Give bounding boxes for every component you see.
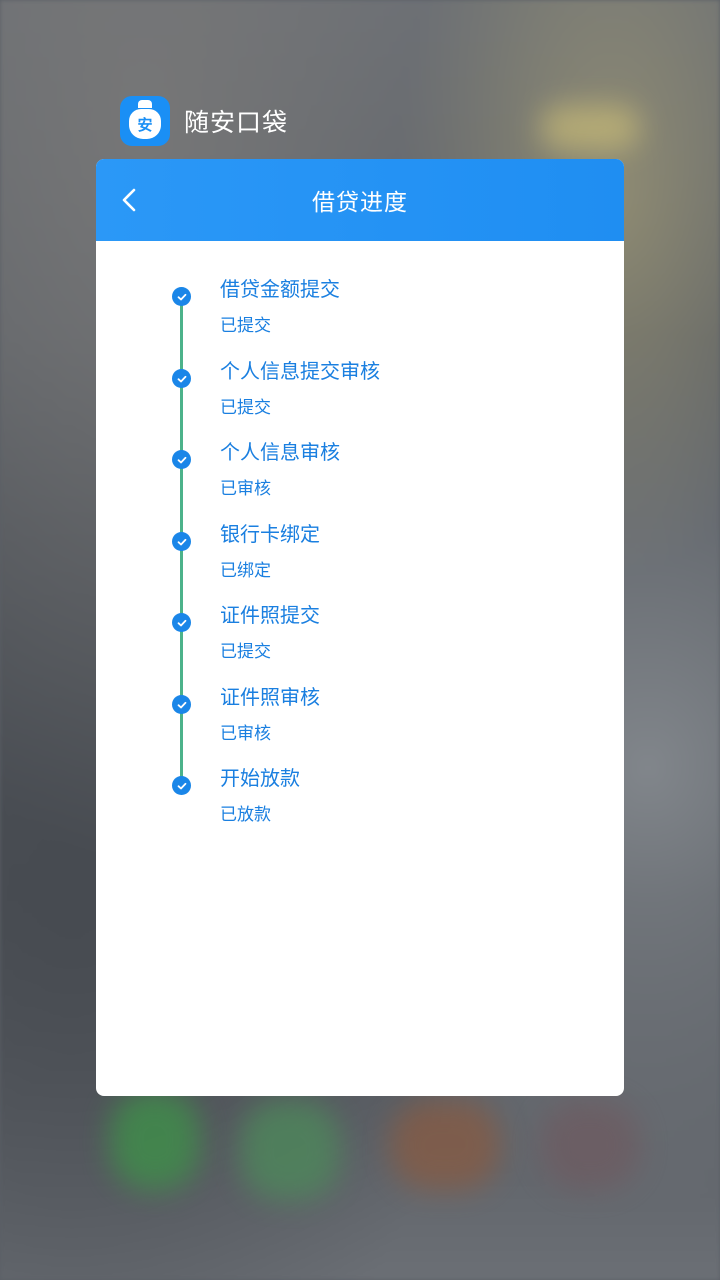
step-status: 已绑定 [220,561,271,581]
check-icon [172,613,191,632]
navbar: 借贷进度 [96,159,624,241]
step-title: 银行卡绑定 [220,522,320,546]
app-preview-card[interactable]: 借贷进度 借贷金额提交 已提交 个人信息提交审核 已提交 个人信息审核 已审核 [96,159,624,1096]
timeline-step: 借贷金额提交 已提交 [96,277,624,357]
check-icon [172,369,191,388]
app-icon-char: 安 [137,115,153,134]
timeline-step: 证件照提交 已提交 [96,603,624,683]
money-bag-icon: 安 [129,100,161,139]
background-app-blur [540,1100,640,1190]
background-app-blur [540,105,640,150]
step-status: 已提交 [220,316,271,336]
background-app-blur [240,1100,340,1200]
check-icon [172,776,191,795]
step-status: 已提交 [220,642,271,662]
page-title: 借贷进度 [312,190,408,216]
timeline-step: 个人信息提交审核 已提交 [96,359,624,439]
recent-app-label[interactable]: 安 随安口袋 [120,96,288,146]
app-name: 随安口袋 [184,108,289,137]
check-icon [172,532,191,551]
step-status: 已审核 [220,479,271,499]
app-icon: 安 [120,96,170,146]
timeline-step: 证件照审核 已审核 [96,685,624,765]
chevron-left-icon [122,188,136,212]
step-title: 开始放款 [220,766,300,790]
step-title: 证件照提交 [220,603,320,627]
step-status: 已提交 [220,398,271,418]
check-icon [172,287,191,306]
check-icon [172,450,191,469]
step-title: 个人信息审核 [220,440,340,464]
timeline-step: 个人信息审核 已审核 [96,440,624,520]
step-status: 已放款 [220,805,271,825]
back-button[interactable] [114,184,146,216]
background-app-blur [110,1090,200,1190]
timeline-step: 开始放款 已放款 [96,766,624,846]
timeline-step: 银行卡绑定 已绑定 [96,522,624,602]
step-title: 证件照审核 [220,685,320,709]
step-status: 已审核 [220,724,271,744]
step-title: 个人信息提交审核 [220,359,380,383]
check-icon [172,695,191,714]
step-title: 借贷金额提交 [220,277,340,301]
background-app-blur [390,1100,500,1190]
